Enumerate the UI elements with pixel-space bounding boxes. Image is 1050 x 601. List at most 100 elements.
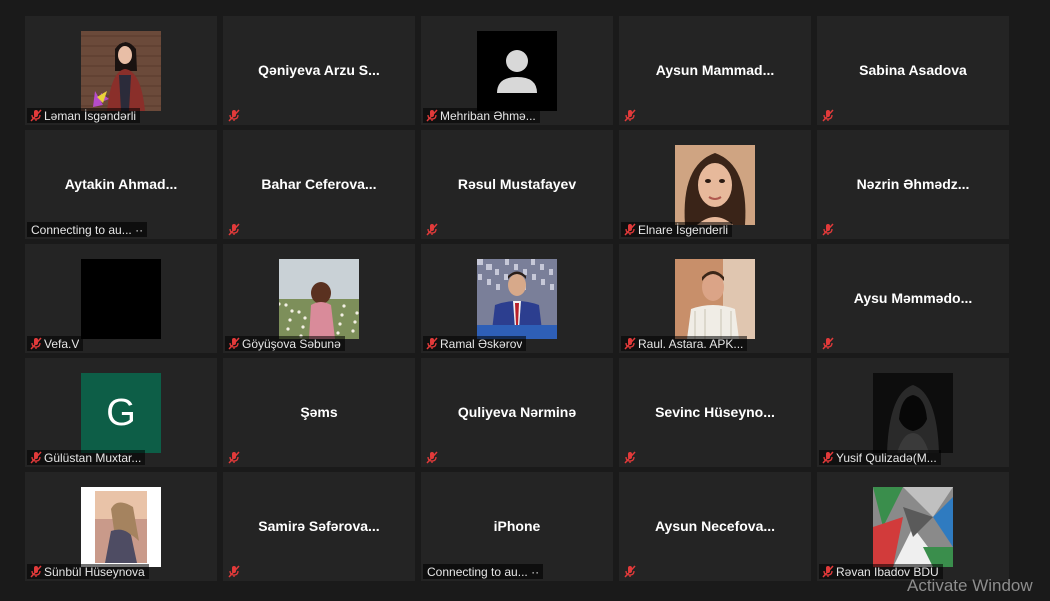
muted-mic-icon <box>225 336 242 351</box>
participant-label-bar: Vefa.V <box>27 336 84 351</box>
participant-tile[interactable]: Rəvan Ibadov BDU <box>817 472 1009 581</box>
participant-tile[interactable]: Quliyeva Nərminə <box>421 358 613 467</box>
participant-name: Qəniyeva Arzu S... <box>258 62 380 78</box>
windows-activation-watermark: Activate Window <box>907 576 1033 595</box>
participant-label-bar <box>225 564 246 579</box>
participant-photo <box>873 487 953 567</box>
muted-mic-icon <box>225 564 242 579</box>
participant-tile[interactable]: Elnare İsgenderli <box>619 130 811 239</box>
participant-label-bar <box>225 222 246 237</box>
participant-grid: Ləman İsgəndərli Qəniyeva Arzu S... Mehrib… <box>25 16 1009 581</box>
avatar-letter: G <box>106 391 136 434</box>
participant-tile[interactable]: G Gülüstan Muxtar... <box>25 358 217 467</box>
muted-mic-icon <box>423 108 440 123</box>
participant-tile[interactable]: Qəniyeva Arzu S... <box>223 16 415 125</box>
muted-mic-icon <box>27 564 44 579</box>
participant-tile[interactable]: Mehriban Əhmə... <box>421 16 613 125</box>
participant-label-bar: Raul. Astara. APK... <box>621 336 748 351</box>
participant-name: Samirə Səfərova... <box>258 518 380 534</box>
participant-label-bar <box>621 564 642 579</box>
muted-mic-icon <box>225 450 242 465</box>
muted-mic-icon <box>819 336 836 351</box>
muted-mic-icon <box>423 222 440 237</box>
participant-tile[interactable]: Raul. Astara. APK... <box>619 244 811 353</box>
participant-label: Vefa.V <box>44 336 80 351</box>
participant-label-bar: Gülüstan Muxtar... <box>27 450 146 465</box>
participant-tile[interactable]: Aytakin Ahmad... Connecting to au... ·· <box>25 130 217 239</box>
participant-label: Sünbül Hüseynova <box>44 564 145 579</box>
participant-tile[interactable]: iPhone Connecting to au... ·· <box>421 472 613 581</box>
participant-label: Mehriban Əhmə... <box>440 108 536 123</box>
muted-mic-icon <box>621 336 638 351</box>
participant-label-bar: Mehriban Əhmə... <box>423 108 540 123</box>
participant-label-bar <box>819 336 840 351</box>
participant-label-bar <box>621 108 642 123</box>
participant-label-bar: Sünbül Hüseynova <box>27 564 149 579</box>
muted-mic-icon <box>621 450 638 465</box>
muted-mic-icon <box>423 450 440 465</box>
participant-tile[interactable]: Sünbül Hüseynova <box>25 472 217 581</box>
participant-label-bar: Ramal Əskərov <box>423 336 527 351</box>
participant-tile[interactable]: Şəms <box>223 358 415 467</box>
participant-label: Ləman İsgəndərli <box>44 108 137 123</box>
muted-mic-icon <box>27 336 44 351</box>
participant-photo <box>279 259 359 339</box>
participant-tile[interactable]: Aysu Məmmədo... <box>817 244 1009 353</box>
participant-label-bar <box>819 222 840 237</box>
muted-mic-icon <box>621 564 638 579</box>
participant-tile[interactable]: Ləman İsgəndərli <box>25 16 217 125</box>
participant-tile[interactable]: Ramal Əskərov <box>421 244 613 353</box>
connection-status: Connecting to au... ·· <box>423 564 544 579</box>
muted-mic-icon <box>819 450 836 465</box>
participant-tile[interactable]: Aysun Mammad... <box>619 16 811 125</box>
participant-photo <box>873 373 953 453</box>
participant-label-bar <box>423 450 444 465</box>
participant-tile[interactable]: Nəzrin Əhmədz... <box>817 130 1009 239</box>
muted-mic-icon <box>819 564 836 579</box>
participant-label-bar <box>621 450 642 465</box>
participant-label-bar: Ləman İsgəndərli <box>27 108 141 123</box>
participant-name: Aysu Məmmədo... <box>853 290 973 306</box>
participant-label: Elnare İsgenderli <box>638 222 729 237</box>
muted-mic-icon <box>27 108 44 123</box>
participant-photo <box>81 487 161 567</box>
letter-avatar: G <box>81 373 161 453</box>
participant-label-bar <box>225 450 246 465</box>
participant-tile[interactable]: Sabina Asadova <box>817 16 1009 125</box>
muted-mic-icon <box>225 108 242 123</box>
participant-label: Raul. Astara. APK... <box>638 336 744 351</box>
participant-label: Ramal Əskərov <box>440 336 523 351</box>
connection-status: Connecting to au... ·· <box>27 222 148 237</box>
participant-label: Yusif Qulizadə(M... <box>836 450 937 465</box>
participant-name: iPhone <box>493 518 541 534</box>
person-icon <box>477 31 557 111</box>
muted-mic-icon <box>621 222 638 237</box>
muted-mic-icon <box>819 222 836 237</box>
participant-name: Aysun Mammad... <box>655 62 775 78</box>
participant-video-black <box>81 259 161 339</box>
participant-tile[interactable]: Vefa.V <box>25 244 217 353</box>
participant-tile[interactable]: Samirə Səfərova... <box>223 472 415 581</box>
participant-label-bar <box>225 108 246 123</box>
participant-name: Aysun Necefova... <box>654 518 776 534</box>
participant-label-bar: Yusif Qulizadə(M... <box>819 450 941 465</box>
participant-tile[interactable]: Göyüşova Səbunə <box>223 244 415 353</box>
participant-tile[interactable]: Yusif Qulizadə(M... <box>817 358 1009 467</box>
participant-label-bar: Elnare İsgenderli <box>621 222 733 237</box>
participant-name: Quliyeva Nərminə <box>457 404 577 420</box>
muted-mic-icon <box>27 450 44 465</box>
participant-tile[interactable]: Bahar Ceferova... <box>223 130 415 239</box>
muted-mic-icon <box>621 108 638 123</box>
muted-mic-icon <box>423 336 440 351</box>
participant-tile[interactable]: Aysun Necefova... <box>619 472 811 581</box>
participant-name: Sabina Asadova <box>859 62 967 78</box>
participant-label-bar: Göyüşova Səbunə <box>225 336 345 351</box>
participant-name: Aytakin Ahmad... <box>64 176 178 192</box>
participant-photo <box>81 31 161 111</box>
participant-name: Rəsul Mustafayev <box>457 176 577 192</box>
participant-tile[interactable]: Sevinc Hüseyno... <box>619 358 811 467</box>
participant-label-bar <box>819 108 840 123</box>
participant-photo <box>477 259 557 339</box>
participant-label: Gülüstan Muxtar... <box>44 450 142 465</box>
participant-tile[interactable]: Rəsul Mustafayev <box>421 130 613 239</box>
